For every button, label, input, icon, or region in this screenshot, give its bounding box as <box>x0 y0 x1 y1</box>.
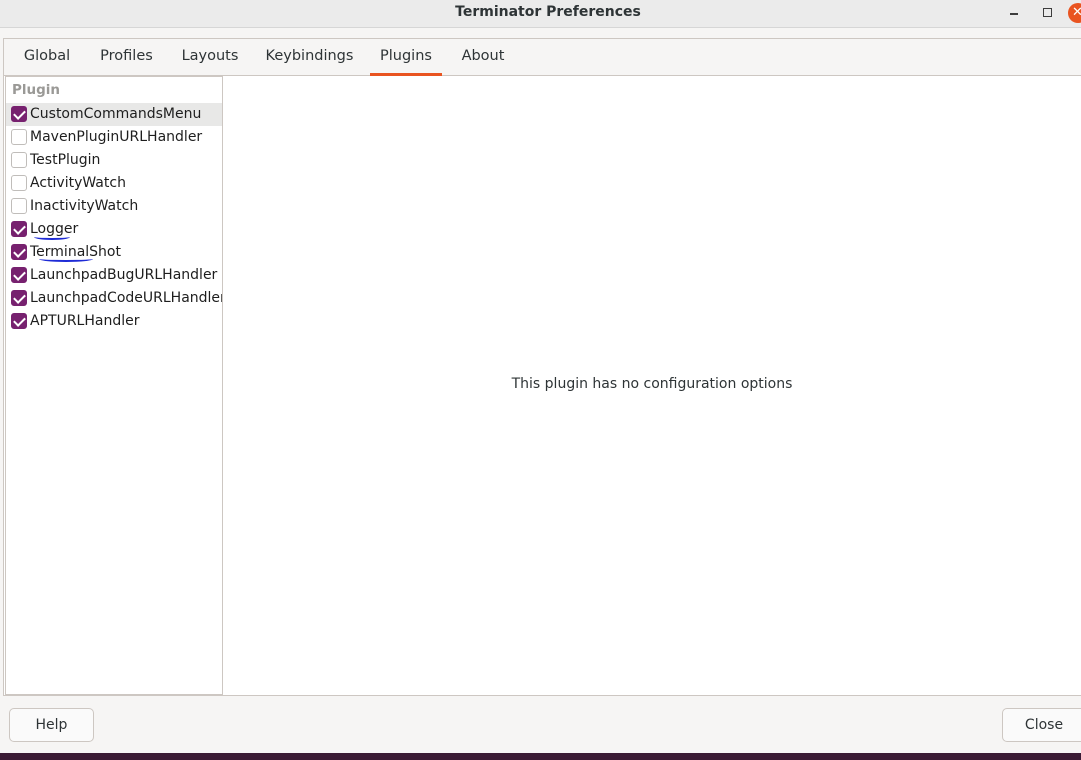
plugin-label: CustomCommandsMenu <box>30 106 202 122</box>
tab-layouts[interactable]: Layouts <box>171 39 249 76</box>
title-bar: Terminator Preferences ✕ <box>0 0 1081 28</box>
plugin-config-panel: This plugin has no configuration options <box>222 76 1081 695</box>
plugin-checkbox[interactable] <box>11 198 27 214</box>
annotation-underline-logger <box>34 234 70 240</box>
plugin-checkbox[interactable] <box>11 290 27 306</box>
plugin-checkbox[interactable] <box>11 106 27 122</box>
plugin-list: Plugin CustomCommandsMenu MavenPluginURL… <box>5 76 226 695</box>
plugin-row-customcommandsmenu[interactable]: CustomCommandsMenu <box>6 103 222 126</box>
plugin-label: APTURLHandler <box>30 313 140 329</box>
plugin-row-apturlhandler[interactable]: APTURLHandler <box>6 310 222 333</box>
window-title: Terminator Preferences <box>455 4 641 20</box>
tab-about[interactable]: About <box>451 39 515 76</box>
plugin-label: MavenPluginURLHandler <box>30 129 203 145</box>
plugin-checkbox[interactable] <box>11 267 27 283</box>
desktop-background <box>0 753 1081 760</box>
close-button[interactable]: Close <box>1002 708 1081 742</box>
plugin-row-testplugin[interactable]: TestPlugin <box>6 149 222 172</box>
tab-plugins[interactable]: Plugins <box>370 39 442 76</box>
maximize-icon[interactable] <box>1035 0 1059 26</box>
plugin-label: InactivityWatch <box>30 198 139 214</box>
plugin-label: LaunchpadBugURLHandler <box>30 267 218 283</box>
plugin-row-launchpadbugurlhandler[interactable]: LaunchpadBugURLHandler <box>6 264 222 287</box>
plugin-column-header[interactable]: Plugin <box>12 82 60 98</box>
plugin-row-activitywatch[interactable]: ActivityWatch <box>6 172 222 195</box>
plugin-checkbox[interactable] <box>11 175 27 191</box>
plugin-row-inactivitywatch[interactable]: InactivityWatch <box>6 195 222 218</box>
minimize-icon[interactable] <box>1002 0 1026 26</box>
preferences-notebook: Global Profiles Layouts Keybindings Plug… <box>3 38 1081 696</box>
plugin-label: TestPlugin <box>30 152 101 168</box>
close-icon[interactable]: ✕ <box>1068 3 1081 23</box>
tab-global[interactable]: Global <box>9 39 85 76</box>
tab-bar: Global Profiles Layouts Keybindings Plug… <box>4 39 1081 76</box>
tab-keybindings[interactable]: Keybindings <box>257 39 362 76</box>
plugin-checkbox[interactable] <box>11 221 27 237</box>
plugin-checkbox[interactable] <box>11 313 27 329</box>
no-config-message: This plugin has no configuration options <box>511 376 793 392</box>
plugin-row-terminalshot[interactable]: TerminalShot <box>6 241 222 264</box>
plugin-label: ActivityWatch <box>30 175 126 191</box>
plugin-checkbox[interactable] <box>11 129 27 145</box>
plugin-label: LaunchpadCodeURLHandler <box>30 290 226 306</box>
plugin-checkbox[interactable] <box>11 244 27 260</box>
annotation-underline-terminalshot <box>39 256 93 262</box>
plugin-row-mavenpluginurlhandler[interactable]: MavenPluginURLHandler <box>6 126 222 149</box>
tab-profiles[interactable]: Profiles <box>91 39 162 76</box>
help-button[interactable]: Help <box>9 708 94 742</box>
plugin-checkbox[interactable] <box>11 152 27 168</box>
plugin-row-launchpadcodeurlhandler[interactable]: LaunchpadCodeURLHandler <box>6 287 226 310</box>
